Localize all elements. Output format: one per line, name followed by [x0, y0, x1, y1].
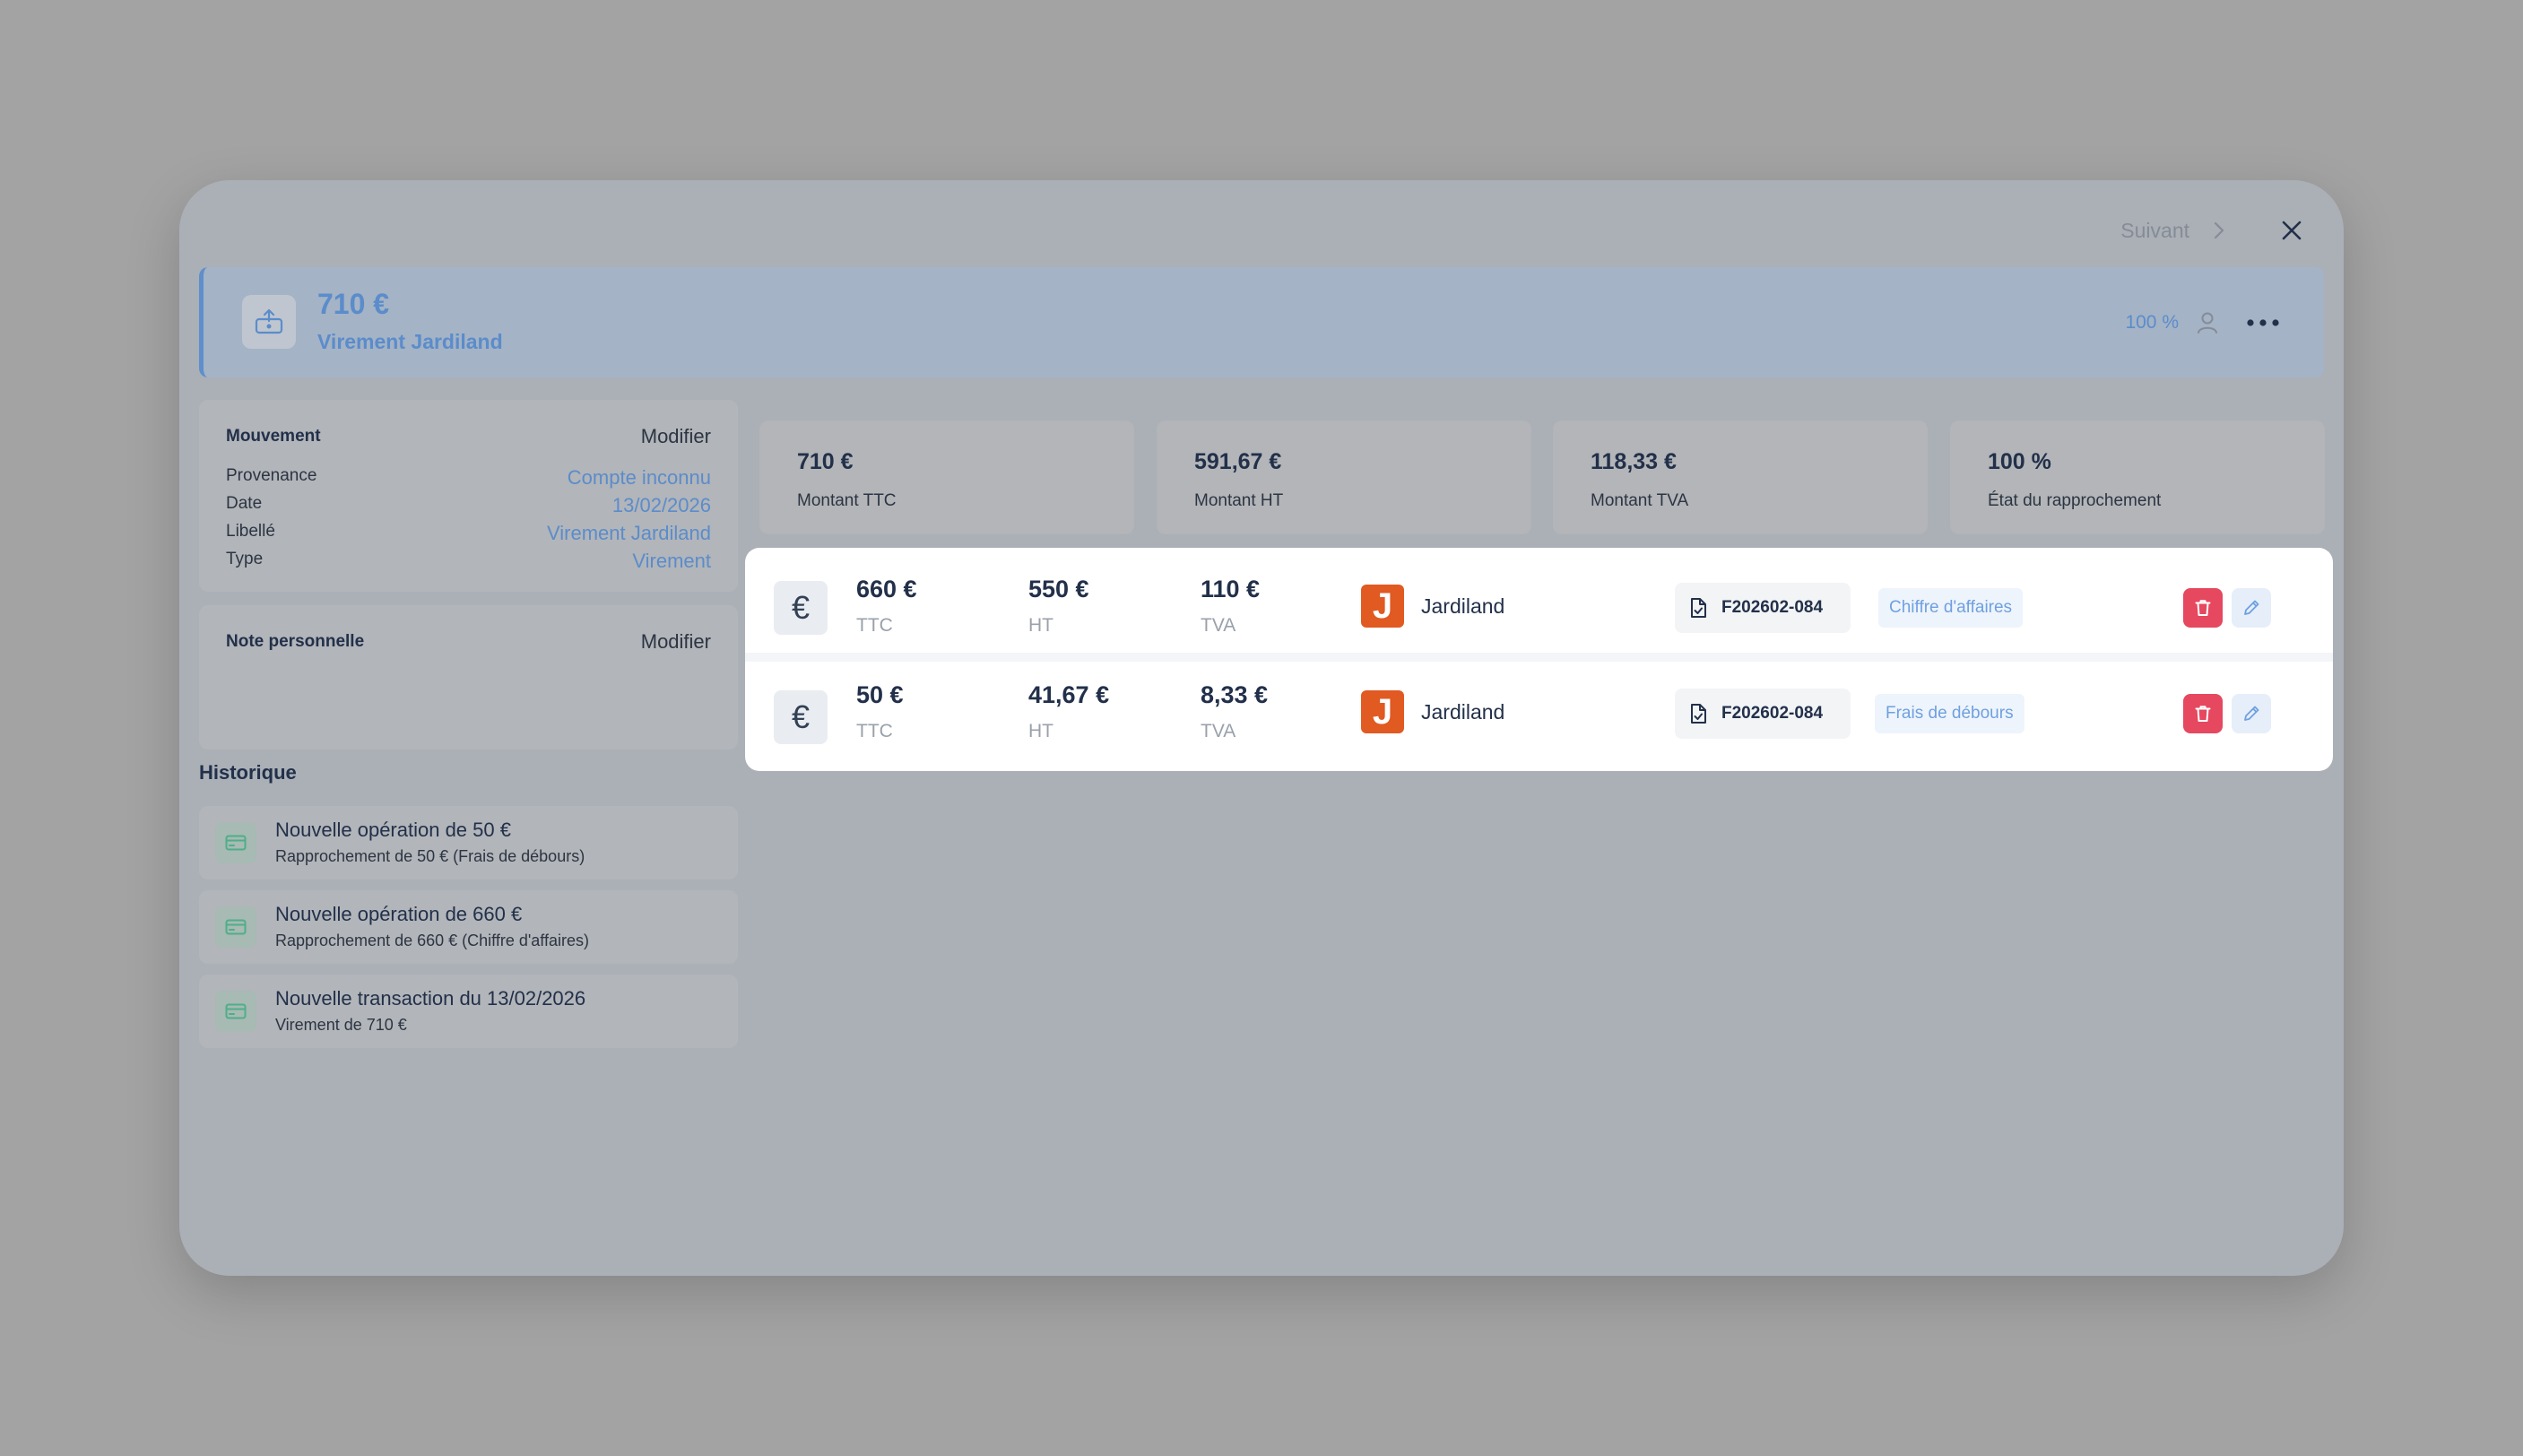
document-check-icon: [1691, 598, 1706, 618]
transaction-header: 710 € Virement Jardiland 100 %: [199, 267, 2324, 377]
reconciliation-percent: 100 %: [2125, 312, 2179, 333]
stat-card-tva: 118,33 € Montant TVA: [1553, 420, 1928, 534]
history-item-subtitle: Rapprochement de 50 € (Frais de débours): [275, 847, 585, 865]
amount-ttc: 50 €: [856, 681, 904, 708]
stat-label: Montant HT: [1194, 491, 1284, 510]
vendor-name: Jardiland: [1421, 594, 1505, 618]
stat-label: État du rapprochement: [1988, 491, 2162, 510]
amount-tva-label: TVA: [1201, 721, 1236, 741]
bank-upload-icon: [242, 295, 296, 349]
stat-card-ttc: 710 € Montant TTC: [759, 420, 1134, 534]
vendor-logo: J: [1361, 690, 1404, 733]
stat-value: 100 %: [1988, 449, 2051, 474]
card-icon: [215, 991, 256, 1032]
transaction-amount: 710 €: [317, 288, 390, 320]
header-actions: 100 %: [2125, 305, 2290, 341]
history-item-subtitle: Virement de 710 €: [275, 1016, 407, 1034]
document-chip[interactable]: F202602-084: [1675, 583, 1851, 633]
stat-card-reconciliation: 100 % État du rapprochement: [1950, 420, 2325, 534]
vendor-logo: J: [1361, 585, 1404, 628]
history-title: Historique: [199, 761, 297, 784]
pencil-icon: [2244, 706, 2259, 721]
stat-value: 118,33 €: [1591, 449, 1677, 474]
mouvement-title: Mouvement: [226, 427, 321, 446]
document-number: F202602-084: [1721, 704, 1824, 723]
next-button[interactable]: Suivant: [2120, 219, 2225, 243]
kv-key: Libellé: [226, 522, 275, 541]
amount-ttc-label: TTC: [856, 721, 893, 741]
amount-ht: 550 €: [1028, 576, 1089, 602]
amount-ht: 41,67 €: [1028, 681, 1110, 708]
document-chip[interactable]: F202602-084: [1675, 689, 1851, 739]
card-icon: [215, 822, 256, 863]
note-panel: Note personnelle Modifier: [199, 605, 738, 750]
stat-value: 710 €: [797, 449, 854, 474]
mouvement-row-date: Date 13/02/2026: [226, 494, 711, 517]
trash-icon: [2195, 706, 2211, 722]
euro-icon: €: [774, 690, 828, 744]
operation-row: € 50 € TTC 41,67 € HT 8,33 € TVA J Jardi…: [758, 662, 2320, 762]
amount-tva-label: TVA: [1201, 615, 1236, 636]
note-title: Note personnelle: [226, 632, 365, 651]
mouvement-row-libelle: Libellé Virement Jardiland: [226, 522, 711, 545]
note-edit-button[interactable]: Modifier: [641, 630, 711, 654]
amount-tva: 8,33 €: [1201, 681, 1269, 708]
amount-ht-label: HT: [1028, 615, 1053, 636]
user-icon: [2198, 312, 2217, 334]
vendor-name: Jardiland: [1421, 700, 1505, 724]
chevron-right-icon: [2214, 221, 2224, 239]
delete-button[interactable]: [2183, 694, 2223, 733]
history-item: Nouvelle opération de 660 € Rapprochemen…: [199, 890, 738, 964]
next-button-label: Suivant: [2120, 218, 2189, 242]
euro-icon: €: [774, 581, 828, 635]
mouvement-panel: Mouvement Modifier Provenance Compte inc…: [199, 400, 738, 592]
edit-button[interactable]: [2232, 694, 2271, 733]
close-icon: [2282, 221, 2302, 240]
mouvement-row-type: Type Virement: [226, 550, 711, 573]
transaction-label: Virement Jardiland: [317, 330, 503, 353]
reconciliation-modal: Suivant 710 € Virement Jardiland 100 % M…: [179, 180, 2344, 1276]
history-item-title: Nouvelle transaction du 13/02/2026: [275, 987, 586, 1010]
amount-ttc: 660 €: [856, 576, 917, 602]
stat-card-ht: 591,67 € Montant HT: [1157, 420, 1531, 534]
history-item: Nouvelle transaction du 13/02/2026 Virem…: [199, 975, 738, 1048]
kv-value[interactable]: Virement Jardiland: [547, 522, 711, 545]
amount-ttc-label: TTC: [856, 615, 893, 636]
pencil-icon: [2244, 600, 2259, 615]
stat-label: Montant TTC: [797, 491, 897, 510]
amount-tva: 110 €: [1201, 576, 1261, 602]
more-horizontal-icon: [2247, 319, 2279, 326]
row-divider: [745, 653, 2333, 662]
mouvement-row-provenance: Provenance Compte inconnu: [226, 466, 711, 490]
history-item-title: Nouvelle opération de 50 €: [275, 819, 511, 841]
history-item-subtitle: Rapprochement de 660 € (Chiffre d'affair…: [275, 932, 589, 949]
kv-value[interactable]: 13/02/2026: [612, 494, 711, 517]
document-number: F202602-084: [1721, 598, 1824, 617]
history-item: Nouvelle opération de 50 € Rapprochement…: [199, 806, 738, 880]
kv-value[interactable]: Compte inconnu: [568, 466, 711, 490]
stat-label: Montant TVA: [1591, 491, 1689, 510]
amount-ht-label: HT: [1028, 721, 1053, 741]
history-item-title: Nouvelle opération de 660 €: [275, 903, 523, 925]
delete-button[interactable]: [2183, 588, 2223, 628]
close-button[interactable]: [2274, 212, 2310, 248]
operation-row: € 660 € TTC 550 € HT 110 € TVA J Jardila…: [758, 552, 2320, 653]
trash-icon: [2195, 600, 2211, 616]
kv-value[interactable]: Virement: [632, 550, 711, 573]
kv-key: Provenance: [226, 466, 317, 485]
category-badge[interactable]: Frais de débours: [1875, 694, 2024, 733]
stat-value: 591,67 €: [1194, 449, 1282, 474]
document-check-icon: [1691, 704, 1706, 724]
card-icon: [215, 906, 256, 948]
modal-topbar: Suivant: [2120, 212, 2310, 248]
more-button[interactable]: [2236, 305, 2290, 341]
mouvement-edit-button[interactable]: Modifier: [641, 425, 711, 448]
operations-list: € 660 € TTC 550 € HT 110 € TVA J Jardila…: [745, 548, 2333, 771]
kv-key: Type: [226, 550, 264, 568]
category-badge[interactable]: Chiffre d'affaires: [1878, 588, 2024, 628]
kv-key: Date: [226, 494, 263, 513]
edit-button[interactable]: [2232, 588, 2271, 628]
